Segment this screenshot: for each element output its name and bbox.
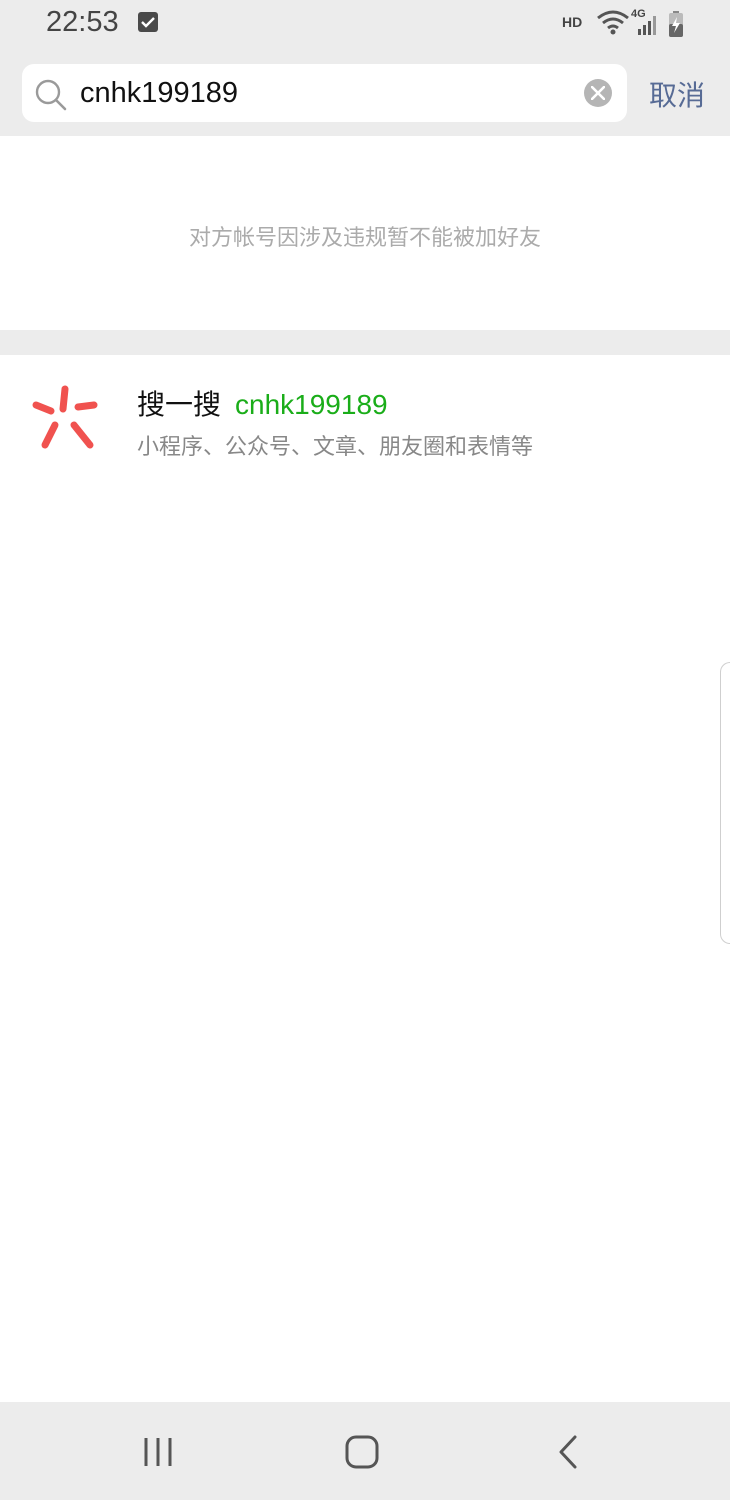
back-icon[interactable]: [556, 1434, 580, 1474]
check-icon: [138, 12, 158, 32]
search-header: 取消: [0, 50, 730, 136]
navigation-bar: [0, 1402, 730, 1500]
result-subtitle: 小程序、公众号、文章、朋友圈和表情等: [137, 435, 534, 460]
recent-apps-icon[interactable]: [142, 1435, 176, 1473]
screen: 22:53 HD 4G cnhk199189 取消 对方帐号因涉及违规暂不能被加…: [0, 0, 730, 1500]
home-icon[interactable]: [344, 1434, 380, 1474]
status-time: 22:53: [46, 6, 119, 38]
notice-panel: 对方帐号因涉及违规暂不能被加好友: [0, 136, 730, 330]
search-box[interactable]: [22, 64, 627, 122]
notice-message: 对方帐号因涉及违规暂不能被加好友: [188, 226, 541, 251]
cancel-button[interactable]: 取消: [649, 74, 705, 114]
section-divider: [0, 330, 730, 355]
status-bar: 22:53 HD 4G: [0, 0, 730, 50]
search-icon: [34, 78, 68, 116]
wifi-icon: [596, 10, 630, 40]
result-title-label: 搜一搜: [137, 388, 222, 421]
clear-icon[interactable]: [584, 79, 612, 107]
search-input[interactable]: [80, 74, 570, 112]
hd-label: HD: [562, 14, 583, 30]
sou-yi-sou-result[interactable]: 搜一搜 cnhk199189 小程序、公众号、文章、朋友圈和表情等: [0, 355, 730, 475]
battery-icon: [668, 10, 684, 42]
edge-panel-handle[interactable]: [720, 662, 730, 944]
signal-icon: [636, 12, 660, 40]
result-title: 搜一搜 cnhk199189: [137, 383, 388, 423]
sou-yi-sou-icon: [30, 383, 100, 457]
result-keyword: cnhk199189: [235, 389, 388, 420]
